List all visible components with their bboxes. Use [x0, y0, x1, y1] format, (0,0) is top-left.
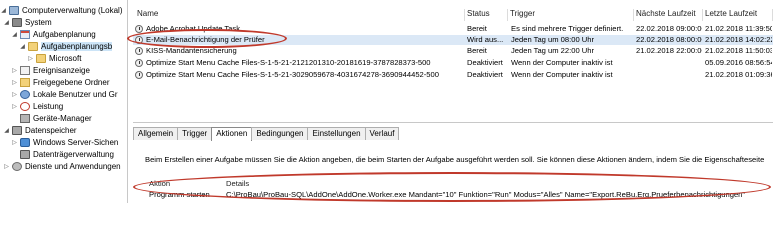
collapse-arrow-icon[interactable]: ◢	[11, 31, 18, 38]
table-row[interactable]: Optimize Start Menu Cache Files-S-1-5-21…	[133, 70, 773, 80]
tree-item-event-viewer[interactable]: ▷ Ereignisanzeige	[11, 65, 90, 76]
collapse-arrow-icon[interactable]: ◢	[3, 127, 10, 134]
tree-item-storage[interactable]: ◢ Datenspeicher	[3, 125, 77, 136]
actions-info-text: Beim Erstellen einer Aufgabe müssen Sie …	[145, 155, 765, 164]
computer-icon	[9, 6, 19, 15]
users-icon	[20, 90, 30, 99]
task-icon	[135, 47, 143, 55]
tree-item-task-scheduler[interactable]: ◢ Aufgabenplanung	[11, 29, 96, 40]
tree-item-windows-server-backup[interactable]: ▷ Windows Server-Sichen	[11, 137, 118, 148]
navigation-tree[interactable]: ◢ Computerverwaltung (Lokal) ◢ System ◢ …	[0, 0, 128, 203]
tree-item-shared-folders[interactable]: ▷ Freigegebene Ordner	[11, 77, 110, 88]
tree-item-microsoft[interactable]: ▷ Microsoft	[27, 53, 81, 64]
table-row-selected[interactable]: E-Mail-Benachrichtigung der Prüfer Wird …	[133, 35, 773, 45]
collapse-arrow-icon[interactable]: ◢	[0, 7, 7, 14]
tree-item-local-users[interactable]: ▷ Lokale Benutzer und Gr	[11, 89, 118, 100]
services-icon	[12, 162, 22, 171]
tab-settings[interactable]: Einstellungen	[307, 127, 366, 140]
device-manager-icon	[20, 114, 30, 123]
table-row[interactable]: Optimize Start Menu Cache Files-S-1-5-21…	[133, 58, 773, 68]
tree-item-system[interactable]: ◢ System	[3, 17, 52, 28]
tools-icon	[12, 18, 22, 27]
tree-item-services-applications[interactable]: ▷ Dienste und Anwendungen	[3, 161, 121, 172]
column-header-last-run[interactable]: Letzte Laufzeit	[703, 9, 773, 21]
folder-icon	[28, 42, 38, 51]
tab-history[interactable]: Verlauf	[364, 127, 400, 140]
expand-arrow-icon[interactable]: ▷	[11, 139, 18, 146]
task-scheduler-icon	[20, 30, 30, 39]
task-icon	[135, 59, 143, 67]
action-column-header[interactable]: Aktion	[149, 179, 170, 189]
column-header-trigger[interactable]: Trigger	[508, 9, 634, 21]
expand-arrow-icon[interactable]: ▷	[27, 55, 34, 62]
tree-item-disk-management[interactable]: Datenträgerverwaltung	[11, 149, 114, 160]
action-details[interactable]: C:\ProBau\ProBau-SQL\AddOne\AddOne.Worke…	[226, 190, 745, 200]
tab-conditions[interactable]: Bedingungen	[251, 127, 309, 140]
tree-item-task-scheduler-library[interactable]: ◢ Aufgabenplanungsb	[19, 41, 113, 52]
performance-icon	[20, 102, 30, 111]
backup-icon	[20, 138, 30, 147]
task-icon	[135, 36, 143, 44]
expand-arrow-icon[interactable]: ▷	[11, 79, 18, 86]
tab-trigger[interactable]: Trigger	[177, 127, 213, 140]
tab-actions[interactable]: Aktionen	[211, 127, 253, 141]
details-column-header[interactable]: Details	[226, 179, 249, 189]
disk-icon	[20, 150, 30, 159]
expand-arrow-icon[interactable]: ▷	[11, 67, 18, 74]
table-row[interactable]: KISS-Mandantensicherung Bereit Jeden Tag…	[133, 46, 773, 56]
tree-item-computer-management[interactable]: ◢ Computerverwaltung (Lokal)	[0, 5, 123, 16]
tree-item-performance[interactable]: ▷ Leistung	[11, 101, 63, 112]
column-header-next-run[interactable]: Nächste Laufzeit	[634, 9, 703, 21]
tab-general[interactable]: Allgemein	[133, 127, 179, 140]
column-header-name[interactable]: Name	[135, 9, 465, 21]
table-row[interactable]: Adobe Acrobat Update Task Bereit Es sind…	[133, 24, 773, 34]
task-list[interactable]: Name Status Trigger Nächste Laufzeit Let…	[133, 0, 773, 84]
action-type[interactable]: Programm starten	[149, 190, 210, 200]
tree-item-device-manager[interactable]: Geräte-Manager	[11, 113, 92, 124]
task-icon	[135, 25, 143, 33]
event-viewer-icon	[20, 66, 30, 75]
expand-arrow-icon[interactable]: ▷	[11, 91, 18, 98]
expand-arrow-icon[interactable]: ▷	[11, 103, 18, 110]
expand-arrow-icon[interactable]: ▷	[3, 163, 10, 170]
collapse-arrow-icon[interactable]: ◢	[3, 19, 10, 26]
task-icon	[135, 71, 143, 79]
column-header-status[interactable]: Status	[465, 9, 508, 21]
shared-folder-icon	[20, 78, 30, 87]
detail-tabs: Allgemein Trigger Aktionen Bedingungen E…	[133, 127, 400, 141]
storage-icon	[12, 126, 22, 135]
folder-icon	[36, 54, 46, 63]
collapse-arrow-icon[interactable]: ◢	[19, 43, 26, 50]
